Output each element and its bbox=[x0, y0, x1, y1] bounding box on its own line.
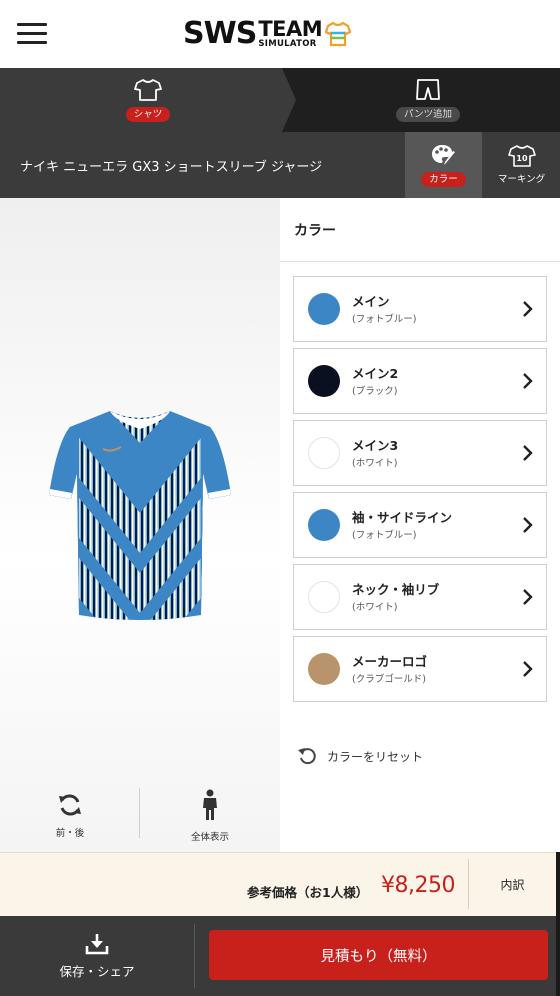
chevron-right-icon bbox=[523, 517, 533, 533]
person-icon bbox=[203, 789, 217, 820]
logo-shirt-icon bbox=[325, 21, 352, 47]
logo-simulator-word: SIMULATOR bbox=[258, 39, 317, 50]
chevron-right-icon bbox=[523, 373, 533, 389]
reset-colors-label: カラーをリセット bbox=[327, 749, 424, 764]
color-row-value: (ホワイト) bbox=[352, 458, 398, 469]
chevron-right-icon bbox=[523, 661, 533, 677]
color-row-name: メイン bbox=[352, 294, 390, 309]
logo-team-text: TEAM SIMULATOR bbox=[258, 19, 322, 49]
color-swatch bbox=[308, 509, 340, 541]
panel-divider bbox=[280, 261, 560, 262]
tab-pants[interactable]: パンツ追加 bbox=[296, 68, 560, 132]
full-view-button[interactable]: 全体表示 bbox=[140, 784, 280, 848]
shirt-icon bbox=[134, 79, 162, 101]
color-panel: カラー メイン (フォトブルー) メイン2 (ブラック) メイン3 (ホワイト)… bbox=[280, 198, 560, 852]
chevron-right-icon bbox=[523, 301, 533, 317]
color-swatch bbox=[308, 653, 340, 685]
color-row-value: (フォトブルー) bbox=[352, 314, 417, 325]
tab-shirts[interactable]: シャツ bbox=[0, 68, 296, 132]
price-bar: 参考価格（お1人様） ¥8,250 内訳 bbox=[0, 852, 556, 916]
request-quote-button[interactable]: 見積もり（無料） bbox=[209, 930, 548, 980]
svg-text:10: 10 bbox=[516, 154, 528, 163]
price-value: ¥8,250 bbox=[381, 873, 455, 898]
color-row-name: メイン3 bbox=[352, 438, 399, 453]
marking-shirt-icon: 10 bbox=[507, 145, 536, 167]
color-swatch bbox=[308, 293, 340, 325]
color-row-value: (フォトブルー) bbox=[352, 530, 417, 541]
bottom-action-bar: 保存・シェア 見積もり（無料） bbox=[0, 916, 556, 996]
color-row-name: メイン2 bbox=[352, 366, 399, 381]
tab-pants-label: パンツ追加 bbox=[396, 107, 460, 122]
reset-colors-button[interactable]: カラーをリセット bbox=[297, 746, 423, 766]
app-header: SWS TEAM SIMULATOR bbox=[0, 0, 560, 68]
palette-icon bbox=[431, 145, 455, 165]
color-row-main[interactable]: メイン (フォトブルー) bbox=[293, 276, 547, 342]
tab-shirts-label: シャツ bbox=[125, 107, 171, 122]
mode-color-button[interactable]: カラー bbox=[405, 132, 482, 198]
jersey-image bbox=[49, 411, 231, 620]
logo-sws-text: SWS bbox=[183, 16, 257, 51]
color-row-value: (ブラック) bbox=[352, 386, 398, 397]
chevron-right-icon bbox=[523, 445, 533, 461]
save-share-label: 保存・シェア bbox=[59, 963, 135, 979]
price-label: 参考価格（お1人様） bbox=[247, 885, 369, 900]
color-row-main2[interactable]: メイン2 (ブラック) bbox=[293, 348, 547, 414]
color-row-value: (ホワイト) bbox=[352, 602, 398, 613]
color-row-maker-logo[interactable]: メーカーロゴ (クラブゴールド) bbox=[293, 636, 547, 702]
color-swatch bbox=[308, 581, 340, 613]
bottom-divider bbox=[194, 924, 195, 988]
download-icon bbox=[85, 933, 109, 954]
app-logo[interactable]: SWS TEAM SIMULATOR bbox=[183, 16, 352, 52]
menu-icon[interactable] bbox=[17, 23, 47, 45]
jersey-preview: 前・後 全体表示 bbox=[0, 198, 280, 852]
reset-icon bbox=[298, 748, 316, 765]
view-controls: 前・後 全体表示 bbox=[0, 784, 280, 852]
price-breakdown-button[interactable]: 内訳 bbox=[469, 853, 556, 915]
color-row-main3[interactable]: メイン3 (ホワイト) bbox=[293, 420, 547, 486]
product-bar: ナイキ ニューエラ GX3 ショートスリーブ ジャージ カラー 10 マーキング bbox=[0, 132, 560, 198]
chevron-right-icon bbox=[523, 589, 533, 605]
color-row-neck-rib[interactable]: ネック・袖リブ (ホワイト) bbox=[293, 564, 547, 630]
full-view-label: 全体表示 bbox=[190, 832, 229, 843]
item-tabs: シャツ パンツ追加 bbox=[0, 68, 560, 132]
rotate-icon bbox=[59, 794, 81, 816]
color-row-name: メーカーロゴ bbox=[352, 654, 428, 669]
mode-color-label: カラー bbox=[421, 172, 466, 187]
save-share-button[interactable]: 保存・シェア bbox=[0, 916, 194, 996]
panel-title: カラー bbox=[294, 223, 336, 239]
color-row-value: (クラブゴールド) bbox=[352, 674, 426, 685]
logo-team-word: TEAM bbox=[258, 17, 323, 42]
color-swatch bbox=[308, 437, 340, 469]
front-back-label: 前・後 bbox=[55, 828, 85, 839]
color-row-sleeve-sideline[interactable]: 袖・サイドライン (フォトブルー) bbox=[293, 492, 547, 558]
front-back-toggle[interactable]: 前・後 bbox=[0, 784, 140, 848]
mode-marking-button[interactable]: 10 マーキング bbox=[483, 132, 560, 198]
color-row-name: ネック・袖リブ bbox=[352, 582, 440, 597]
color-swatch bbox=[308, 365, 340, 397]
pants-icon bbox=[416, 79, 440, 100]
right-edge-strip bbox=[556, 852, 560, 996]
mode-marking-label: マーキング bbox=[497, 174, 546, 185]
color-row-name: 袖・サイドライン bbox=[352, 510, 453, 525]
product-name: ナイキ ニューエラ GX3 ショートスリーブ ジャージ bbox=[20, 160, 323, 175]
